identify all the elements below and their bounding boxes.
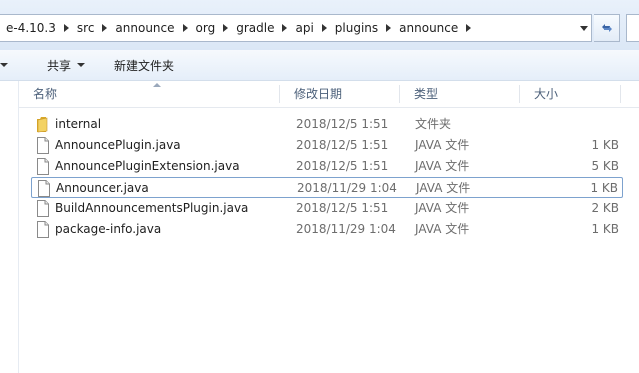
breadcrumb-label: gradle [236, 21, 275, 35]
file-name: package-info.java [55, 222, 162, 236]
new-folder-button-label: 新建文件夹 [114, 58, 175, 73]
file-type: JAVA 文件 [416, 181, 471, 195]
breadcrumb-separator-icon[interactable] [386, 24, 392, 32]
column-header-row: 名称 修改日期 类型 大小 [19, 81, 639, 108]
file-type: JAVA 文件 [415, 222, 470, 236]
organize-button[interactable] [0, 50, 10, 80]
breadcrumb-label: api [295, 21, 314, 35]
breadcrumb-item[interactable]: api [288, 15, 320, 41]
file-size: 1 KB [591, 222, 619, 236]
file-row[interactable]: BuildAnnouncementsPlugin.java 2018/12/5 … [31, 198, 623, 219]
command-toolbar: 共享 新建文件夹 [0, 50, 639, 81]
file-row[interactable]: AnnouncePlugin.java 2018/12/5 1:51 JAVA … [31, 135, 623, 156]
file-name: Announcer.java [56, 181, 149, 195]
breadcrumb-separator-icon[interactable] [466, 24, 472, 32]
breadcrumb-label: announce [399, 21, 459, 35]
column-header-date[interactable]: 修改日期 [280, 81, 399, 107]
share-button[interactable]: 共享 [47, 50, 86, 80]
chevron-down-icon [580, 25, 588, 31]
file-name: AnnouncePluginExtension.java [55, 159, 240, 173]
navigation-pane[interactable] [0, 81, 19, 373]
file-date: 2018/12/5 1:51 [296, 117, 389, 131]
file-date: 2018/11/29 1:04 [297, 181, 397, 195]
search-input[interactable] [626, 14, 639, 42]
file-row[interactable]: AnnouncePluginExtension.java 2018/12/5 1… [31, 156, 623, 177]
breadcrumb-separator-icon[interactable] [102, 24, 108, 32]
breadcrumb-item[interactable]: src [70, 15, 102, 41]
column-header-label: 名称 [33, 87, 58, 101]
file-type: JAVA 文件 [415, 159, 470, 173]
file-row[interactable]: package-info.java 2018/11/29 1:04 JAVA 文… [31, 219, 623, 240]
refresh-icon [601, 24, 612, 32]
breadcrumb-item[interactable]: gradle [229, 15, 281, 41]
file-date: 2018/11/29 1:04 [296, 222, 396, 236]
chevron-down-icon [0, 63, 8, 67]
breadcrumb-item[interactable]: org [189, 15, 223, 41]
file-icon [35, 158, 51, 175]
address-bar-row: e-4.10.3 src announce org gradle api plu… [0, 0, 639, 51]
folder-icon [35, 116, 51, 133]
file-row[interactable]: internal 2018/12/5 1:51 文件夹 [31, 114, 623, 135]
breadcrumb-label: src [76, 21, 95, 35]
file-size: 2 KB [591, 201, 619, 215]
column-header-size[interactable]: 大小 [520, 81, 620, 107]
file-size: 1 KB [590, 181, 618, 195]
file-name: AnnouncePlugin.java [55, 138, 181, 152]
refresh-button[interactable] [594, 14, 620, 42]
file-row[interactable]: Announcer.java 2018/11/29 1:04 JAVA 文件 1… [31, 177, 623, 198]
breadcrumb-separator-icon[interactable] [223, 24, 229, 32]
column-divider[interactable] [620, 85, 621, 103]
file-type: 文件夹 [415, 117, 452, 131]
file-size: 5 KB [591, 159, 619, 173]
file-name: internal [55, 117, 102, 131]
file-icon [35, 200, 51, 217]
chevron-down-icon [77, 63, 86, 67]
file-date: 2018/12/5 1:51 [296, 201, 389, 215]
column-header-label: 修改日期 [294, 87, 343, 101]
breadcrumb-label: announce [115, 21, 175, 35]
breadcrumb-label: plugins [334, 21, 379, 35]
file-icon [35, 137, 51, 154]
breadcrumb-item[interactable]: announce [392, 15, 465, 41]
file-date: 2018/12/5 1:51 [296, 138, 389, 152]
breadcrumb-separator-icon[interactable] [182, 24, 188, 32]
address-history-dropdown[interactable] [576, 15, 592, 41]
file-date: 2018/12/5 1:51 [296, 159, 389, 173]
file-type: JAVA 文件 [415, 138, 470, 152]
file-icon [36, 180, 52, 197]
file-name: BuildAnnouncementsPlugin.java [55, 201, 249, 215]
column-header-name[interactable]: 名称 [19, 81, 279, 107]
breadcrumb-label: e-4.10.3 [6, 21, 56, 35]
breadcrumb-item[interactable]: announce [108, 15, 181, 41]
column-header-label: 类型 [414, 87, 439, 101]
column-header-type[interactable]: 类型 [400, 81, 519, 107]
breadcrumb-separator-icon[interactable] [63, 24, 69, 32]
breadcrumb-label: org [195, 21, 216, 35]
share-button-label: 共享 [47, 58, 72, 73]
file-type: JAVA 文件 [415, 201, 470, 215]
breadcrumb-separator-icon[interactable] [282, 24, 288, 32]
new-folder-button[interactable]: 新建文件夹 [114, 50, 174, 80]
address-bar[interactable]: e-4.10.3 src announce org gradle api plu… [0, 14, 592, 42]
breadcrumb-separator-icon[interactable] [321, 24, 327, 32]
breadcrumb-item[interactable]: plugins [328, 15, 385, 41]
file-size: 1 KB [591, 138, 619, 152]
breadcrumb-item[interactable]: e-4.10.3 [0, 15, 63, 41]
column-header-label: 大小 [534, 87, 559, 101]
file-icon [35, 221, 51, 238]
